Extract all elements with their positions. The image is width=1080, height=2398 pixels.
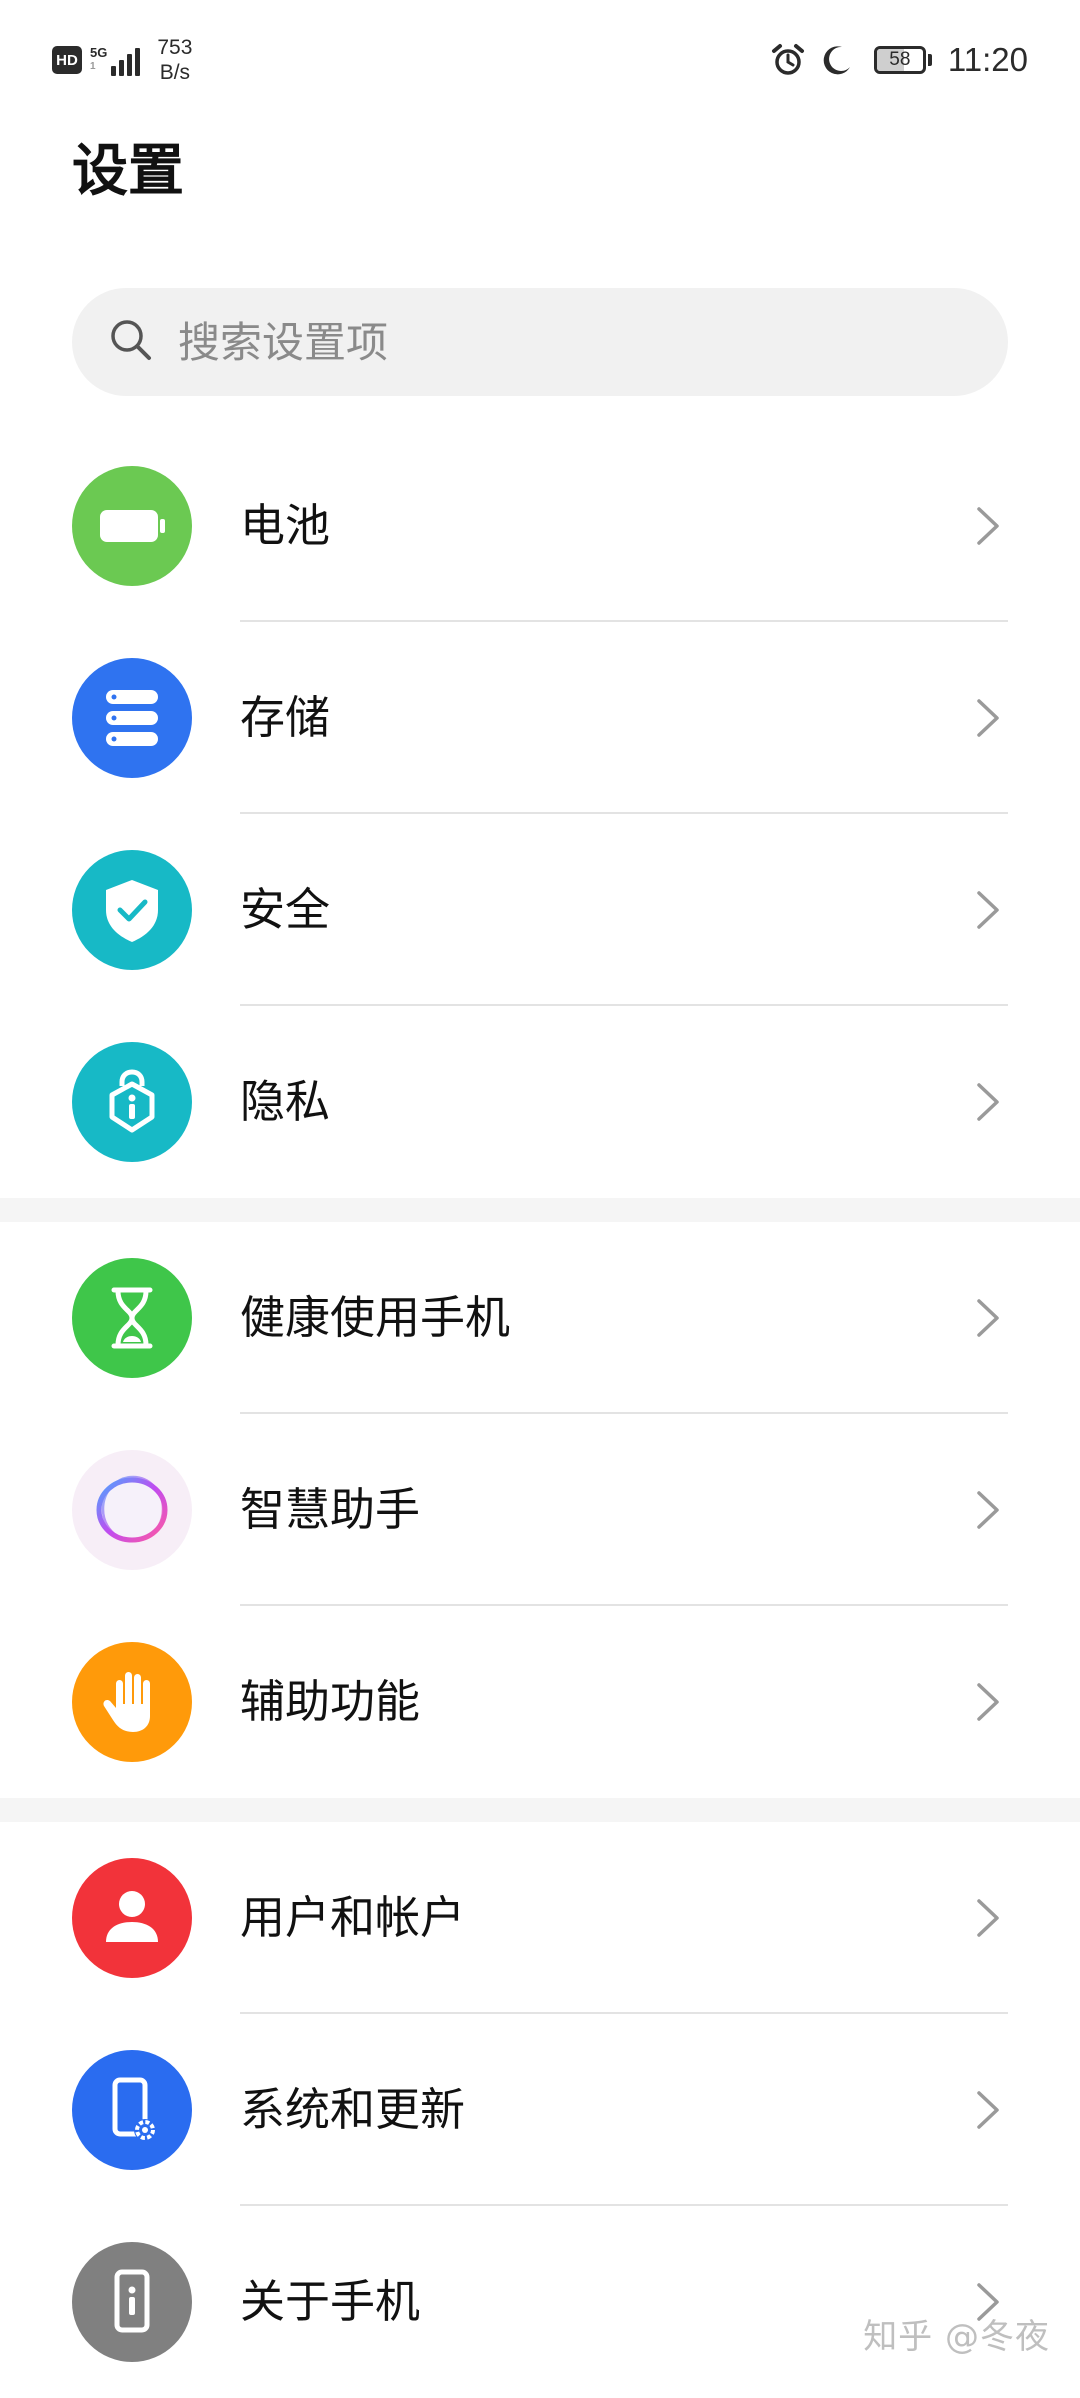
settings-item-label: 智慧助手 bbox=[240, 1483, 421, 1536]
chevron-right-icon bbox=[977, 1899, 999, 1937]
phone-settings-icon bbox=[72, 2050, 192, 2170]
settings-item-users-accounts[interactable]: 用户和帐户 bbox=[0, 1822, 1080, 2014]
settings-list: 电池 存储 安全 隐私 健康使用手机 智慧助手 辅助功能 用户和帐户 系统和更新… bbox=[0, 430, 1080, 2398]
settings-item-system-update[interactable]: 系统和更新 bbox=[0, 2014, 1080, 2206]
settings-item-label: 存储 bbox=[240, 691, 331, 744]
settings-item-label: 健康使用手机 bbox=[240, 1291, 511, 1344]
settings-item-label: 电池 bbox=[240, 499, 331, 552]
settings-item-accessibility[interactable]: 辅助功能 bbox=[0, 1606, 1080, 1798]
clock: 11:20 bbox=[947, 41, 1028, 78]
network-sub-label: 1 bbox=[90, 61, 96, 72]
watermark: 知乎 @冬夜 bbox=[863, 2317, 1050, 2357]
status-bar: HD 5G 1 753 B/s 58 11:20 bbox=[0, 0, 1080, 120]
settings-item-assistant[interactable]: 智慧助手 bbox=[0, 1414, 1080, 1606]
chevron-right-icon bbox=[977, 1083, 999, 1121]
network-type-label: 5G bbox=[90, 45, 108, 60]
assistant-orb-icon bbox=[72, 1450, 192, 1570]
user-icon bbox=[72, 1858, 192, 1978]
search-input[interactable] bbox=[176, 316, 960, 368]
chevron-right-icon bbox=[977, 1683, 999, 1721]
settings-item-digital-balance[interactable]: 健康使用手机 bbox=[0, 1222, 1080, 1414]
signal-strength-icon bbox=[111, 44, 143, 76]
search-bar[interactable] bbox=[72, 288, 1008, 396]
battery-settings-icon bbox=[72, 466, 192, 586]
settings-item-label: 系统和更新 bbox=[240, 2083, 466, 2136]
chevron-right-icon bbox=[977, 891, 999, 929]
storage-icon bbox=[72, 658, 192, 778]
chevron-right-icon bbox=[977, 699, 999, 737]
chevron-right-icon bbox=[977, 2091, 999, 2129]
alarm-icon bbox=[770, 42, 806, 78]
network-speed: 753 B/s bbox=[157, 35, 192, 85]
network-speed-value: 753 bbox=[157, 36, 193, 59]
chevron-right-icon bbox=[977, 507, 999, 545]
settings-item-about-phone[interactable]: 关于手机 bbox=[0, 2206, 1080, 2398]
shield-check-icon bbox=[72, 850, 192, 970]
chevron-right-icon bbox=[977, 1299, 999, 1337]
settings-item-label: 隐私 bbox=[240, 1075, 331, 1128]
battery-icon: 58 bbox=[873, 46, 932, 74]
battery-tip bbox=[927, 54, 932, 66]
settings-item-label: 辅助功能 bbox=[240, 1675, 421, 1728]
settings-item-security[interactable]: 安全 bbox=[0, 814, 1080, 1006]
moon-icon bbox=[820, 43, 854, 77]
group-separator bbox=[0, 1798, 1080, 1822]
status-bar-left: HD 5G 1 753 B/s bbox=[52, 30, 192, 90]
search-icon bbox=[108, 317, 154, 367]
network-type: 5G 1 bbox=[90, 46, 107, 74]
battery-body: 58 bbox=[873, 46, 926, 74]
status-bar-right: 58 11:20 bbox=[770, 30, 1028, 90]
settings-item-label: 用户和帐户 bbox=[240, 1891, 466, 1944]
hand-icon bbox=[72, 1642, 192, 1762]
phone-info-icon bbox=[72, 2242, 192, 2362]
battery-level: 58 bbox=[889, 49, 911, 70]
settings-item-label: 关于手机 bbox=[240, 2275, 421, 2328]
hd-badge: HD bbox=[52, 46, 82, 74]
settings-item-battery[interactable]: 电池 bbox=[0, 430, 1080, 622]
settings-item-label: 安全 bbox=[240, 883, 331, 936]
group-separator bbox=[0, 1198, 1080, 1222]
chevron-right-icon bbox=[977, 1491, 999, 1529]
privacy-lock-icon bbox=[72, 1042, 192, 1162]
hourglass-icon bbox=[72, 1258, 192, 1378]
network-speed-unit: B/s bbox=[159, 61, 191, 84]
page-title: 设置 bbox=[72, 139, 184, 204]
settings-item-storage[interactable]: 存储 bbox=[0, 622, 1080, 814]
settings-item-privacy[interactable]: 隐私 bbox=[0, 1006, 1080, 1198]
